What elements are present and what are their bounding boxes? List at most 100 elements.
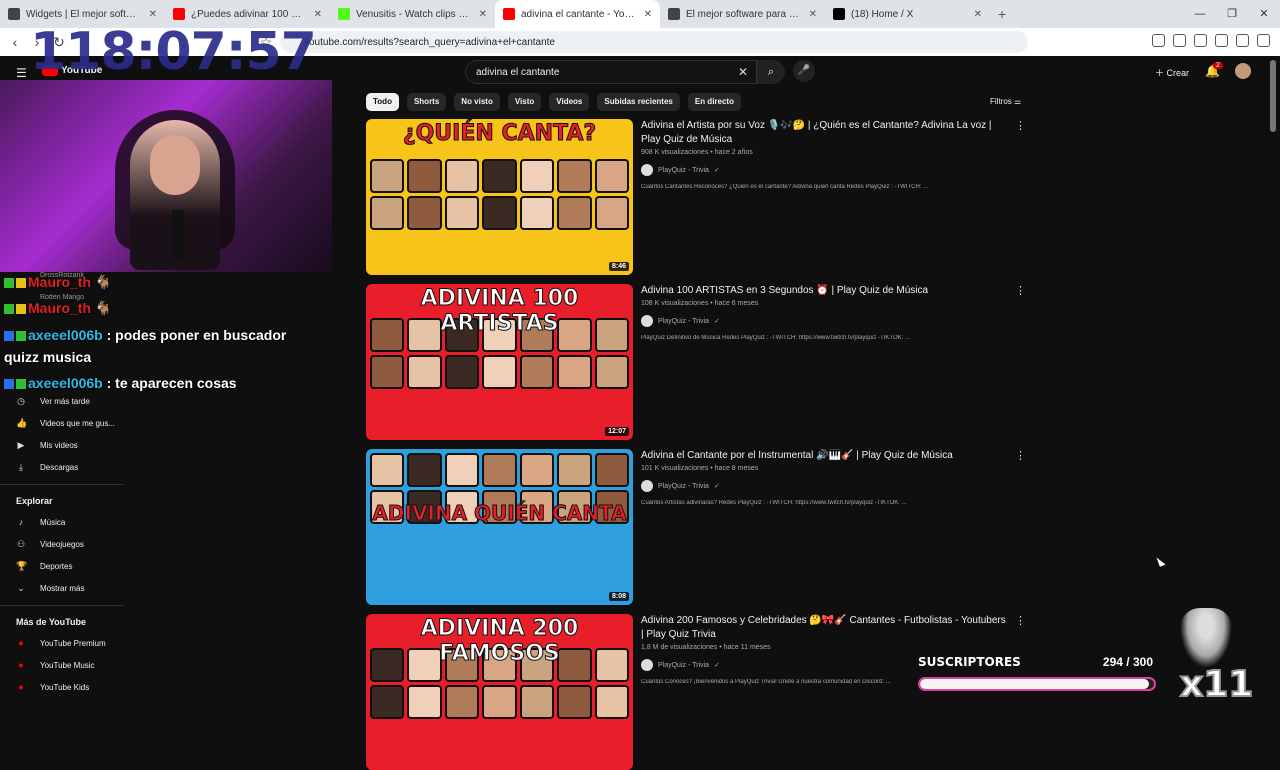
video-thumbnail[interactable]: ADIVINA QUIÉN CANTA 8:08 [366, 449, 633, 605]
video-result[interactable]: ADIVINA QUIÉN CANTA 8:08 Adivina el Cant… [366, 449, 1026, 605]
voice-search-button[interactable]: 🎤 [793, 60, 815, 82]
browser-tab[interactable]: adivina el cantante - YouTube ✕ [495, 0, 660, 28]
verified-icon: ✓ [713, 167, 720, 174]
scrollbar[interactable] [1270, 60, 1276, 132]
browser-tab[interactable]: Venusitis - Watch clips on Kick ✕ [330, 0, 495, 28]
sidebar-item[interactable]: ⚇ Videojuegos [0, 533, 124, 555]
subscriber-goal: SUSCRIPTORES 294 / 300 [918, 655, 1158, 691]
thumbnail-title: ¿QUIÉN CANTA? [402, 121, 597, 147]
video-info: Adivina el Cantante por el Instrumental … [641, 449, 1011, 506]
video-title[interactable]: Adivina el Cantante por el Instrumental … [641, 449, 1011, 463]
video-description: PlayQuiz Definitivo de Música Redes Play… [641, 335, 910, 341]
thumbnail-faces [370, 159, 629, 230]
video-duration: 12:07 [605, 427, 629, 436]
chat-overlay: DrossRotzank Rotten Mango Mauro_th 🐐 Mau… [0, 272, 332, 400]
video-title[interactable]: Adivina 100 ARTISTAS en 3 Segundos ⏰ | P… [641, 284, 1011, 298]
browser-tab[interactable]: (18) Home / X ✕ [825, 0, 990, 28]
search-button[interactable]: ⌕ [757, 60, 785, 84]
browser-tab[interactable]: El mejor software para potenciar tu s ✕ [660, 0, 825, 28]
chat-message: axeeel006b : te aparecen cosas [4, 375, 237, 391]
sidebar-item-label: YouTube Kids [40, 682, 90, 692]
mouse-cursor [1156, 555, 1166, 567]
clear-search-icon[interactable]: ✕ [738, 65, 748, 79]
channel-avatar [641, 164, 653, 176]
channel-avatar [641, 480, 653, 492]
more-options-icon[interactable]: ⋮ [1015, 119, 1026, 132]
window-controls: — ❐ ✕ [1184, 0, 1280, 28]
channel-row[interactable]: PlayQuiz - Trivia ✓ [641, 164, 1011, 176]
video-result[interactable]: ¿QUIÉN CANTA? 8:46 Adivina el Artista po… [366, 119, 1026, 275]
search-input[interactable]: adivina el cantante [465, 60, 757, 84]
restore-button[interactable]: ❐ [1216, 0, 1248, 28]
tab-title: ¿Puedes adivinar 100 PERSONAJES c [191, 8, 308, 20]
sidebar-item[interactable]: ⌄ Mostrar más [0, 577, 124, 599]
filter-chip[interactable]: Subidas recientes [597, 93, 680, 111]
extension-icons [1152, 34, 1270, 47]
video-result[interactable]: ADIVINA 200 FAMOSOS Adivina 200 Famosos … [366, 614, 1026, 770]
filter-chip[interactable]: Videos [549, 93, 590, 111]
sidebar-item[interactable]: ● YouTube Premium [0, 632, 124, 654]
close-tab-icon[interactable]: ✕ [974, 9, 982, 20]
extension-icon[interactable] [1173, 34, 1186, 47]
search-value: adivina el cantante [476, 67, 560, 78]
menu-icon[interactable]: ☰ [16, 66, 27, 80]
chat-username: axeeel006b [28, 327, 103, 343]
close-tab-icon[interactable]: ✕ [314, 9, 322, 20]
sidebar-item[interactable]: ⤓ Descargas [0, 456, 124, 478]
search-icon: ⌕ [767, 66, 775, 78]
gamepad-icon: ⚇ [16, 538, 26, 549]
video-thumbnail[interactable]: ADIVINA 100 ARTISTAS 12:07 [366, 284, 633, 440]
extension-icon[interactable] [1194, 34, 1207, 47]
extension-icon[interactable] [1152, 34, 1165, 47]
sliders-icon: ⚌ [1014, 97, 1022, 106]
extension-icon[interactable] [1215, 34, 1228, 47]
close-tab-icon[interactable]: ✕ [644, 9, 652, 20]
close-tab-icon[interactable]: ✕ [149, 9, 157, 20]
video-duration: 8:08 [608, 592, 629, 601]
avatar[interactable] [1235, 63, 1251, 79]
filter-chip[interactable]: En directo [687, 93, 741, 111]
sidebar-item[interactable]: 🏆 Deportes [0, 555, 124, 577]
video-title[interactable]: Adivina el Artista por su Voz 🎙️🎶🤔 | ¿Qu… [641, 119, 1011, 147]
sidebar-item[interactable]: ♪ Música [0, 511, 124, 533]
divider [0, 484, 124, 485]
filter-chip[interactable]: Visto [507, 93, 542, 111]
close-window-button[interactable]: ✕ [1248, 0, 1280, 28]
tab-title: Widgets | El mejor software para pot [26, 8, 143, 20]
more-options-icon[interactable]: ⋮ [1015, 614, 1026, 627]
extension-icon[interactable] [1236, 34, 1249, 47]
video-result[interactable]: ADIVINA 100 ARTISTAS 12:07 Adivina 100 A… [366, 284, 1026, 440]
filters-button[interactable]: Filtros ⚌ [990, 97, 1021, 106]
close-tab-icon[interactable]: ✕ [809, 9, 817, 20]
extension-icon[interactable] [1257, 34, 1270, 47]
chat-username: Mauro_th [28, 274, 91, 290]
channel-name: PlayQuiz - Trivia [658, 317, 709, 325]
create-button[interactable]: ＋ Crear [1155, 66, 1189, 79]
video-thumbnail[interactable]: ¿QUIÉN CANTA? 8:46 [366, 119, 633, 275]
sidebar-item-label: Videojuegos [40, 539, 84, 549]
video-thumbnail[interactable]: ADIVINA 200 FAMOSOS [366, 614, 633, 770]
sidebar-section-title: Explorar [16, 496, 53, 506]
sidebar-item[interactable]: 👍 Videos que me gus... [0, 412, 124, 434]
sidebar-item[interactable]: ▶ Mis videos [0, 434, 124, 456]
more-options-icon[interactable]: ⋮ [1015, 449, 1026, 462]
tab-favicon-icon [503, 8, 515, 20]
filter-chip[interactable]: Todo [366, 93, 399, 111]
filter-chip[interactable]: No visto [454, 93, 500, 111]
close-tab-icon[interactable]: ✕ [479, 9, 487, 20]
url-field[interactable]: youtube.com/results?search_query=adivina… [280, 31, 1028, 53]
channel-row[interactable]: PlayQuiz - Trivia ✓ [641, 480, 1011, 492]
filter-chip[interactable]: Shorts [406, 93, 447, 111]
channel-row[interactable]: PlayQuiz - Trivia ✓ [641, 315, 1011, 327]
video-title[interactable]: Adivina 200 Famosos y Celebridades 🤔🎀🎸 C… [641, 614, 1011, 642]
sidebar-item[interactable]: ● YouTube Music [0, 654, 124, 676]
tab-title: (18) Home / X [851, 8, 914, 20]
video-info: Adivina 100 ARTISTAS en 3 Segundos ⏰ | P… [641, 284, 1011, 341]
new-tab-button[interactable]: + [990, 6, 1014, 22]
back-icon[interactable]: ‹ [4, 34, 26, 50]
more-options-icon[interactable]: ⋮ [1015, 284, 1026, 297]
channel-name: PlayQuiz - Trivia [658, 166, 709, 174]
subs-progress-bar [918, 677, 1156, 691]
sidebar-item[interactable]: ● YouTube Kids [0, 676, 124, 698]
minimize-button[interactable]: — [1184, 0, 1216, 28]
